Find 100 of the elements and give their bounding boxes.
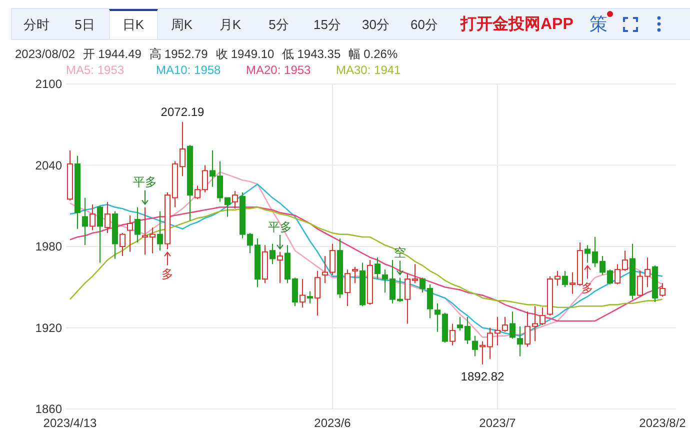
candlestick [412, 264, 418, 284]
axis-label: 1980 [35, 240, 62, 254]
candlestick [382, 269, 388, 294]
axis-label: 2023/6 [314, 416, 351, 429]
period-tab[interactable]: 周K [158, 9, 206, 39]
candlestick [480, 340, 486, 365]
candlestick [442, 312, 448, 344]
stat-label: 开 [83, 47, 96, 62]
period-tab[interactable]: 分时 [12, 9, 60, 39]
candlestick [577, 242, 583, 286]
candlestick [510, 311, 516, 340]
candlestick [247, 232, 253, 254]
candlestick [300, 278, 306, 308]
candlestick [464, 316, 470, 344]
candlestick [502, 316, 508, 332]
candlestick [487, 327, 493, 360]
candlestick [472, 335, 478, 357]
axis-label: 2040 [35, 158, 62, 172]
candlestick [120, 232, 126, 256]
candlestick [314, 270, 320, 316]
candlestick [404, 273, 410, 324]
period-tab[interactable]: 60分 [400, 9, 448, 39]
fullscreen-icon[interactable] [623, 16, 638, 32]
period-tab[interactable]: 月K [206, 9, 254, 39]
candlestick [112, 210, 118, 260]
candlestick [494, 316, 500, 346]
candlestick [397, 277, 403, 303]
candlestick [607, 269, 613, 285]
candlestick [554, 270, 560, 286]
candlestick [210, 150, 216, 188]
stat-label: 收 [216, 47, 228, 62]
candlestick [232, 190, 238, 210]
candlestick [420, 277, 426, 294]
candlestick [254, 238, 260, 288]
axis-label: 1860 [35, 402, 62, 416]
candlestick [150, 227, 156, 254]
candlestick [262, 244, 268, 284]
moving-average-legend: MA10: 1958 [156, 63, 246, 78]
candlestick [367, 260, 373, 306]
candlestick [390, 260, 396, 304]
candlestick [532, 306, 538, 342]
period-tab[interactable]: 日K [109, 9, 158, 39]
candlestick [562, 270, 568, 288]
more-icon[interactable] [657, 16, 662, 32]
moving-average-legend: MA5: 1953 [66, 63, 156, 78]
candlestick [517, 326, 523, 357]
candlestick [570, 272, 576, 294]
candlestick [600, 255, 606, 276]
moving-average-legend: MA30: 1941 [336, 63, 426, 78]
candlestick [172, 160, 178, 208]
candlestick [584, 244, 590, 264]
candlestick [194, 185, 200, 200]
price-label: 2072.19 [160, 104, 204, 119]
strategy-button[interactable]: 策 [587, 12, 610, 36]
period-tab[interactable]: 5日 [60, 9, 109, 39]
candlestick [622, 250, 628, 272]
candlestick [652, 264, 658, 303]
candlestick [240, 192, 246, 239]
candlestick [427, 284, 433, 319]
candlestick [67, 150, 73, 201]
candlestick [352, 266, 358, 284]
candlestick [592, 236, 598, 268]
stat-label: 高 [149, 47, 162, 62]
period-tab[interactable]: 30分 [352, 9, 400, 39]
candlestick [307, 290, 313, 304]
candlestick [270, 243, 276, 265]
candlestick [224, 197, 230, 218]
candlestick [630, 243, 636, 300]
axis-label: 2023/8/2 [639, 416, 686, 429]
moving-average-legend: MA20: 1953 [246, 63, 336, 78]
candlestick [524, 311, 530, 348]
candlestick [644, 256, 650, 288]
candlestick [322, 255, 328, 284]
candlestick [547, 276, 553, 316]
price-label: 1892.82 [460, 369, 504, 384]
candlestick [164, 192, 170, 250]
candlestick [284, 244, 290, 284]
candlestick [360, 262, 366, 307]
period-tab[interactable]: 5分 [254, 9, 303, 39]
axis-label: 2100 [35, 78, 62, 91]
candlestick [434, 302, 440, 332]
candlestick [337, 238, 343, 298]
axis-label: 2023/7 [479, 416, 516, 429]
candlestick [134, 206, 140, 243]
stat-label: 低 [282, 47, 294, 62]
candlestick [637, 270, 643, 298]
stat-value: 1949.10 [230, 47, 274, 62]
candlestick [90, 204, 96, 231]
candlestick [540, 306, 546, 326]
candlestick [660, 282, 666, 298]
stat-value: 0.26% [364, 47, 398, 62]
period-tab[interactable]: 15分 [303, 9, 352, 39]
candlestick [217, 160, 223, 202]
candlestick [450, 323, 456, 346]
axis-label: 2023/4/13 [43, 416, 97, 429]
open-app-link[interactable]: 打开金投网APP [460, 14, 574, 34]
candlestick [277, 251, 283, 284]
candlestick [292, 277, 298, 307]
stat-value: 1944.49 [98, 47, 142, 62]
candlestick [344, 269, 350, 307]
